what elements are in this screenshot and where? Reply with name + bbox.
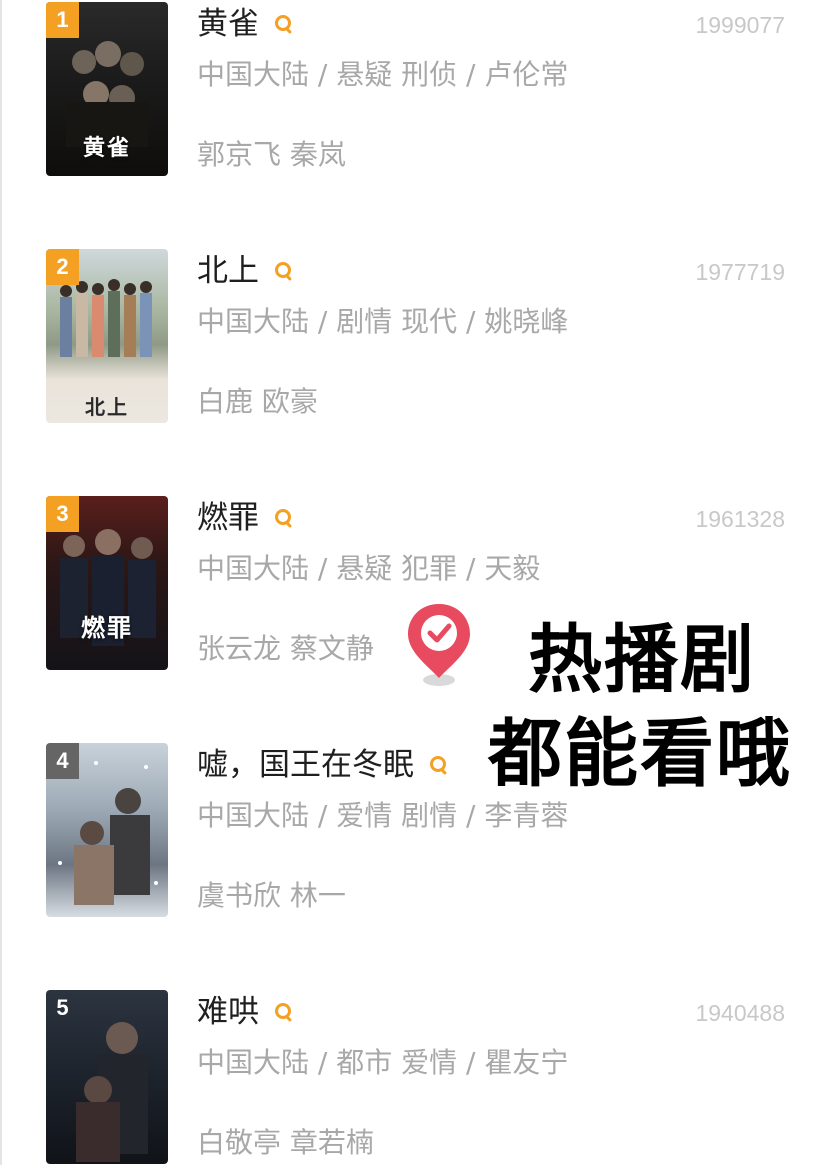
promo-overlay: 热播剧 都能看哦	[470, 590, 828, 800]
rank-badge: 1	[46, 2, 79, 38]
play-count: 1977719	[695, 259, 785, 285]
drama-meta: 中国大陆 / 爱情 剧情 / 李青蓉	[197, 799, 569, 832]
list-item[interactable]: 黄雀 1 黄雀 1999077 中国大陆 / 悬疑 刑侦 / 卢伦常 郭京飞 秦…	[0, 0, 828, 180]
list-item[interactable]: 难哄 5 难哄 1940488 中国大陆 / 都市 爱情 / 瞿友宁 白敬亭 章…	[0, 988, 828, 1168]
drama-meta: 中国大陆 / 都市 爱情 / 瞿友宁	[197, 1046, 569, 1079]
rank-badge: 3	[46, 496, 79, 532]
search-icon[interactable]	[275, 508, 291, 525]
rank-badge: 5	[56, 995, 69, 1020]
poster-image[interactable]: 北上 2	[46, 249, 168, 423]
check-pin-icon	[408, 604, 470, 686]
poster-title: 北上	[85, 395, 129, 419]
drama-title[interactable]: 嘘，国王在冬眠	[197, 745, 446, 785]
rank-badge: 2	[46, 249, 79, 285]
poster-image[interactable]: 难哄 5	[46, 990, 168, 1164]
rank-badge: 4	[46, 743, 79, 779]
list-item[interactable]: 北上 2 北上 1977719 中国大陆 / 剧情 现代 / 姚晓峰 白鹿 欧豪	[0, 247, 828, 427]
search-icon[interactable]	[275, 1002, 291, 1019]
poster-image[interactable]: 燃罪 3	[46, 496, 168, 670]
play-count: 1961328	[695, 506, 785, 532]
drama-cast: 虞书欣 林一	[197, 879, 346, 912]
drama-title[interactable]: 黄雀	[197, 4, 291, 44]
drama-meta: 中国大陆 / 悬疑 犯罪 / 天毅	[197, 552, 541, 585]
poster-image[interactable]: 4	[46, 743, 168, 917]
drama-cast: 白鹿 欧豪	[197, 385, 318, 418]
drama-meta: 中国大陆 / 悬疑 刑侦 / 卢伦常	[197, 58, 569, 91]
drama-title[interactable]: 北上	[197, 251, 291, 291]
poster-title: 黄雀	[82, 135, 131, 161]
search-icon[interactable]	[275, 261, 291, 278]
drama-meta: 中国大陆 / 剧情 现代 / 姚晓峰	[197, 305, 569, 338]
drama-cast: 张云龙 蔡文静	[197, 632, 374, 665]
search-icon[interactable]	[275, 14, 291, 31]
drama-cast: 郭京飞 秦岚	[197, 138, 346, 171]
drama-title[interactable]: 燃罪	[197, 498, 291, 538]
play-count: 1999077	[695, 12, 785, 38]
poster-title: 燃罪	[81, 613, 133, 642]
promo-line-2: 都能看哦	[486, 709, 792, 799]
promo-line-1: 热播剧	[526, 615, 756, 705]
play-count: 1940488	[695, 1000, 785, 1026]
poster-image[interactable]: 黄雀 1	[46, 2, 168, 176]
drama-cast: 白敬亭 章若楠	[197, 1126, 374, 1159]
drama-title[interactable]: 难哄	[197, 992, 291, 1032]
search-icon[interactable]	[430, 755, 446, 772]
